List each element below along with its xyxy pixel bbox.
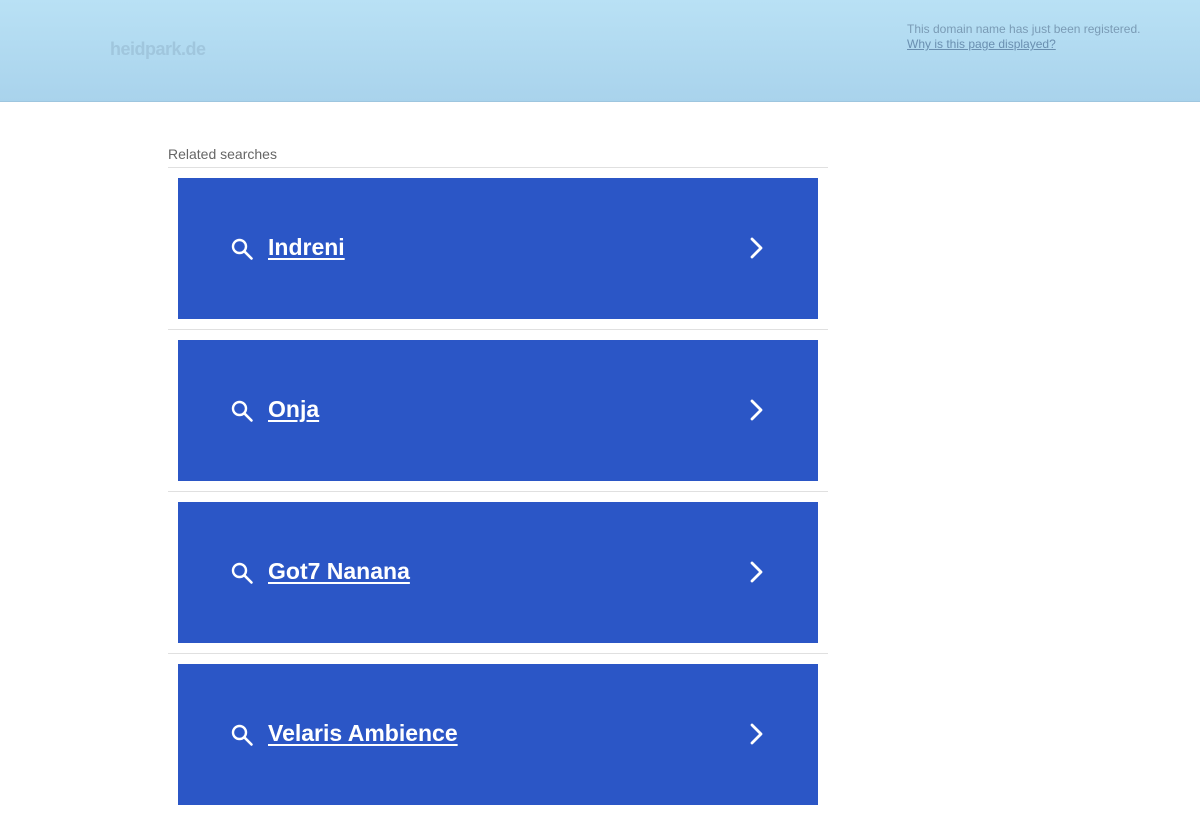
related-search-label: Got7 Nanana <box>268 558 410 584</box>
search-icon <box>231 724 253 746</box>
list-item: Onja <box>168 329 828 491</box>
list-item: Indreni <box>168 167 828 329</box>
related-search-label: Onja <box>268 396 320 422</box>
related-search-link[interactable]: Onja <box>178 340 818 481</box>
related-search-link[interactable]: Velaris Ambience <box>178 664 818 805</box>
related-search-link[interactable]: Indreni <box>178 178 818 319</box>
header-info: This domain name has just been registere… <box>907 22 1140 52</box>
why-displayed-link[interactable]: Why is this page displayed? <box>907 37 1056 51</box>
related-search-label: Velaris Ambience <box>268 720 458 746</box>
related-search-link[interactable]: Got7 Nanana <box>178 502 818 643</box>
header-bar: heidpark.de This domain name has just be… <box>0 0 1200 102</box>
related-searches-title: Related searches <box>168 146 277 162</box>
chevron-right-icon <box>750 399 763 421</box>
list-item: Velaris Ambience <box>168 653 828 815</box>
search-icon <box>231 400 253 422</box>
list-item: Got7 Nanana <box>168 491 828 653</box>
related-search-label: Indreni <box>268 234 345 260</box>
search-icon <box>231 562 253 584</box>
chevron-right-icon <box>750 723 763 745</box>
chevron-right-icon <box>750 561 763 583</box>
domain-name: heidpark.de <box>110 39 206 59</box>
registration-notice: This domain name has just been registere… <box>907 22 1141 36</box>
chevron-right-icon <box>750 237 763 259</box>
related-searches-list: Indreni Onja Got7 Nanana Velaris Ambienc… <box>168 167 828 815</box>
search-icon <box>231 238 253 260</box>
